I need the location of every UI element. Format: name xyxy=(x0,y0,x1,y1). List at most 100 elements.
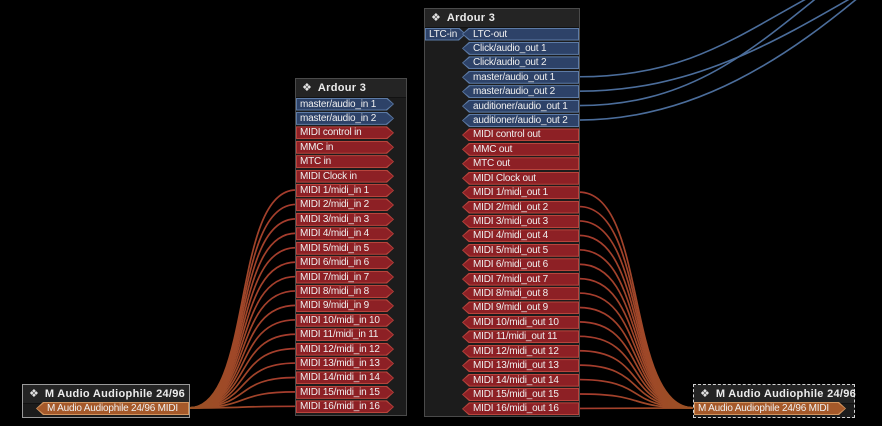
port-mmc-in[interactable]: MMC in xyxy=(296,141,394,154)
connection-cable[interactable] xyxy=(578,335,695,409)
module-title: M Audio Audiophile 24/96 xyxy=(715,388,857,400)
port-m-audio-audiophile-24-96-midi[interactable]: M Audio Audiophile 24/96 MIDI xyxy=(36,402,189,415)
port-midi-11-midi-in-11[interactable]: MIDI 11/midi_in 11 xyxy=(296,328,394,341)
connection-cable[interactable] xyxy=(578,234,695,409)
port-midi-16-midi-out-16[interactable]: MIDI 16/midi_out 16 xyxy=(462,402,579,416)
port-label: MIDI 4/midi_in 4 xyxy=(300,228,370,240)
port-midi-3-midi-in-3[interactable]: MIDI 3/midi_in 3 xyxy=(296,213,394,226)
port-auditioner-audio-out-2[interactable]: auditioner/audio_out 2 xyxy=(462,114,579,128)
port-midi-6-midi-in-6[interactable]: MIDI 6/midi_in 6 xyxy=(296,256,394,269)
port-label: MIDI 5/midi_in 5 xyxy=(300,242,370,254)
port-mtc-in[interactable]: MTC in xyxy=(296,155,394,168)
port-midi-6-midi-out-6[interactable]: MIDI 6/midi_out 6 xyxy=(462,258,579,272)
port-label: MTC out xyxy=(473,158,510,170)
port-midi-1-midi-out-1[interactable]: MIDI 1/midi_out 1 xyxy=(462,186,579,200)
port-m-audio-audiophile-24-96-midi[interactable]: M Audio Audiophile 24/96 MIDI xyxy=(694,402,846,415)
port-master-audio-in-1[interactable]: master/audio_in 1 xyxy=(296,98,394,111)
port-ltc-out[interactable]: LTC-out xyxy=(462,27,579,41)
port-midi-11-midi-out-11[interactable]: MIDI 11/midi_out 11 xyxy=(462,330,579,344)
connection-cable[interactable] xyxy=(578,191,695,409)
port-midi-7-midi-in-7[interactable]: MIDI 7/midi_in 7 xyxy=(296,271,394,284)
port-midi-2-midi-in-2[interactable]: MIDI 2/midi_in 2 xyxy=(296,198,394,211)
port-label: MIDI 12/midi_in 12 xyxy=(300,343,380,355)
port-label: MIDI 15/midi_in 15 xyxy=(300,386,380,398)
port-label: MIDI 10/midi_in 10 xyxy=(300,314,380,326)
port-label: MIDI control out xyxy=(473,129,541,141)
connection-cable[interactable] xyxy=(578,0,872,92)
port-label: MIDI 1/midi_out 1 xyxy=(473,187,548,199)
port-label: master/audio_in 2 xyxy=(300,112,377,124)
port-midi-15-midi-out-15[interactable]: MIDI 15/midi_out 15 xyxy=(462,388,579,401)
port-midi-9-midi-in-9[interactable]: MIDI 9/midi_in 9 xyxy=(296,299,394,312)
module-title: M Audio Audiophile 24/96 xyxy=(44,388,186,400)
connection-cable[interactable] xyxy=(578,205,695,409)
module-m-audio-audiophile-24-96-3[interactable]: ❖ M Audio Audiophile 24/96 M Audio Audioph… xyxy=(22,384,190,418)
connection-cable[interactable] xyxy=(188,232,297,409)
port-midi-9-midi-out-9[interactable]: MIDI 9/midi_out 9 xyxy=(462,301,579,315)
port-click-audio-out-1[interactable]: Click/audio_out 1 xyxy=(462,41,579,55)
port-auditioner-audio-out-1[interactable]: auditioner/audio_out 1 xyxy=(462,99,579,113)
port-label: MIDI 8/midi_in 8 xyxy=(300,285,370,297)
port-midi-8-midi-in-8[interactable]: MIDI 8/midi_in 8 xyxy=(296,285,394,298)
port-mtc-out[interactable]: MTC out xyxy=(462,157,579,171)
module-title: Ardour 3 xyxy=(446,12,496,24)
module-icon: ❖ xyxy=(700,387,710,400)
port-midi-7-midi-out-7[interactable]: MIDI 7/midi_out 7 xyxy=(462,272,579,286)
port-midi-control-in[interactable]: MIDI control in xyxy=(296,126,394,139)
module-ardour-3-1[interactable]: ❖ Ardour 3 master/audio_in 1 master/audio_i… xyxy=(295,78,407,416)
port-label: MIDI 4/midi_out 4 xyxy=(473,230,548,242)
port-midi-4-midi-in-4[interactable]: MIDI 4/midi_in 4 xyxy=(296,227,394,240)
port-midi-5-midi-out-5[interactable]: MIDI 5/midi_out 5 xyxy=(462,243,579,257)
connection-cable[interactable] xyxy=(188,333,297,409)
port-midi-control-out[interactable]: MIDI control out xyxy=(462,128,579,142)
port-midi-14-midi-in-14[interactable]: MIDI 14/midi_in 14 xyxy=(296,371,394,384)
port-label: LTC-in xyxy=(429,28,458,40)
port-mmc-out[interactable]: MMC out xyxy=(462,142,579,156)
module-icon: ❖ xyxy=(29,387,39,400)
port-label: MIDI 1/midi_in 1 xyxy=(300,185,370,197)
port-label: MIDI 7/midi_out 7 xyxy=(473,273,548,285)
port-label: MIDI 9/midi_in 9 xyxy=(300,300,370,312)
port-label: MIDI 14/midi_in 14 xyxy=(300,372,380,384)
port-label: Click/audio_out 1 xyxy=(473,42,547,54)
port-midi-1-midi-in-1[interactable]: MIDI 1/midi_in 1 xyxy=(296,184,394,197)
port-midi-4-midi-out-4[interactable]: MIDI 4/midi_out 4 xyxy=(462,229,579,243)
port-midi-3-midi-out-3[interactable]: MIDI 3/midi_out 3 xyxy=(462,214,579,228)
port-midi-8-midi-out-8[interactable]: MIDI 8/midi_out 8 xyxy=(462,287,579,301)
port-midi-13-midi-out-13[interactable]: MIDI 13/midi_out 13 xyxy=(462,359,579,373)
port-label: MIDI 13/midi_in 13 xyxy=(300,358,380,370)
port-label: MIDI 6/midi_out 6 xyxy=(473,259,548,271)
connection-cable[interactable] xyxy=(578,248,695,409)
port-midi-15-midi-in-15[interactable]: MIDI 15/midi_in 15 xyxy=(296,386,394,399)
port-label: MIDI 3/midi_in 3 xyxy=(300,213,370,225)
port-label: MIDI 11/midi_in 11 xyxy=(300,329,379,341)
port-midi-14-midi-out-14[interactable]: MIDI 14/midi_out 14 xyxy=(462,373,579,387)
port-midi-16-midi-in-16[interactable]: MIDI 16/midi_in 16 xyxy=(296,400,394,413)
port-master-audio-out-2[interactable]: master/audio_out 2 xyxy=(462,85,579,99)
module-header[interactable]: ❖ Ardour 3 xyxy=(425,9,579,28)
module-m-audio-audiophile-24-96-2[interactable]: ❖ M Audio Audiophile 24/96 M Audio Audioph… xyxy=(693,384,857,418)
module-ardour-3-0[interactable]: ❖ Ardour 3 LTC-in LTC-out Click/audio_out 1 C… xyxy=(424,8,580,417)
module-title: Ardour 3 xyxy=(317,82,367,94)
connection-cable[interactable] xyxy=(578,0,834,78)
port-midi-12-midi-out-12[interactable]: MIDI 12/midi_out 12 xyxy=(462,344,579,358)
port-label: MIDI 8/midi_out 8 xyxy=(473,288,548,300)
port-click-audio-out-2[interactable]: Click/audio_out 2 xyxy=(462,56,579,70)
port-midi-13-midi-in-13[interactable]: MIDI 13/midi_in 13 xyxy=(296,357,394,370)
port-midi-clock-in[interactable]: MIDI Clock in xyxy=(296,170,394,183)
port-midi-5-midi-in-5[interactable]: MIDI 5/midi_in 5 xyxy=(296,242,394,255)
port-midi-10-midi-out-10[interactable]: MIDI 10/midi_out 10 xyxy=(462,315,579,329)
port-midi-12-midi-in-12[interactable]: MIDI 12/midi_in 12 xyxy=(296,343,394,356)
port-label: MIDI 9/midi_out 9 xyxy=(473,302,548,314)
module-header[interactable]: ❖ Ardour 3 xyxy=(296,79,406,98)
port-ltc-in[interactable]: LTC-in xyxy=(425,28,466,41)
connection-cable[interactable] xyxy=(188,246,297,409)
patchbay-canvas[interactable]: ❖ Ardour 3 LTC-in LTC-out Click/audio_out 1 C… xyxy=(0,0,882,426)
port-label: MIDI Clock out xyxy=(473,172,536,184)
module-icon: ❖ xyxy=(302,81,312,94)
port-master-audio-out-1[interactable]: master/audio_out 1 xyxy=(462,70,579,84)
port-midi-clock-out[interactable]: MIDI Clock out xyxy=(462,171,579,185)
port-midi-2-midi-out-2[interactable]: MIDI 2/midi_out 2 xyxy=(462,200,579,214)
port-master-audio-in-2[interactable]: master/audio_in 2 xyxy=(296,112,394,125)
port-midi-10-midi-in-10[interactable]: MIDI 10/midi_in 10 xyxy=(296,314,394,327)
